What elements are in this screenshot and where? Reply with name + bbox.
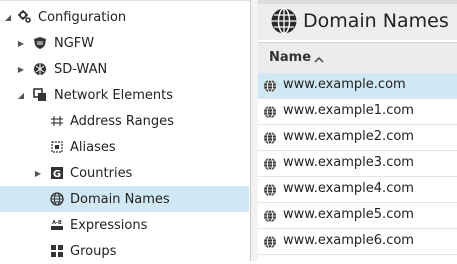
tree-item-label: Countries (70, 165, 133, 181)
domain-name-cell: www.example6.com (283, 233, 414, 248)
tree-item-countries[interactable]: ▶ G Countries (0, 160, 249, 186)
column-header-label: Name (269, 50, 312, 65)
tree-top-divider (0, 0, 250, 1)
tree-item-domain-names[interactable]: Domain Names (0, 186, 249, 212)
tree-item-label: Configuration (38, 9, 127, 25)
network-globe-icon (33, 62, 47, 76)
table-row[interactable]: www.example2.com (258, 125, 457, 151)
table-row[interactable]: www.example5.com (258, 203, 457, 229)
panel-header: Domain Names (258, 4, 457, 40)
table-row[interactable]: www.example6.com (258, 229, 457, 255)
tree-item-label: Aliases (70, 139, 116, 155)
expression-ab-icon: A-B (50, 218, 64, 232)
sort-ascending-icon[interactable] (313, 51, 325, 63)
tree-item-label: Network Elements (54, 87, 174, 103)
globe-icon (263, 104, 277, 119)
page-title: Domain Names (303, 10, 449, 32)
expanded-arrow-icon[interactable]: ◢ (4, 12, 12, 22)
tree-item-groups[interactable]: Groups (0, 238, 249, 264)
tree-item-address-ranges[interactable]: Address Ranges (0, 108, 249, 134)
globe-icon (263, 156, 277, 171)
stacked-squares-icon (33, 88, 47, 102)
table-row[interactable]: www.example1.com (258, 99, 457, 125)
expanded-arrow-icon[interactable]: ◢ (17, 90, 25, 100)
tree-item-label: Domain Names (70, 191, 170, 207)
globe-icon (263, 234, 277, 249)
domain-name-cell: www.example.com (283, 77, 406, 92)
tree-item-sd-wan[interactable]: ▶ SD-WAN (0, 56, 249, 82)
tree-item-label: NGFW (54, 35, 95, 51)
table-row[interactable]: www.example4.com (258, 177, 457, 203)
globe-icon (270, 7, 298, 35)
country-g-icon: G (50, 166, 64, 180)
navigation-tree: ◢ Configuration ▶ NGFW ▶ SD-WAN ◢ Networ… (0, 0, 251, 261)
collapsed-arrow-icon[interactable]: ▶ (17, 64, 25, 74)
grid-icon (50, 244, 64, 258)
shield-icon (33, 36, 47, 50)
domain-name-cell: www.example3.com (283, 155, 414, 170)
tree-item-configuration[interactable]: ◢ Configuration (0, 4, 249, 30)
domain-name-cell: www.example1.com (283, 103, 414, 118)
splitter[interactable] (251, 0, 258, 261)
collapsed-arrow-icon[interactable]: ▶ (34, 168, 42, 178)
tree-item-aliases[interactable]: Aliases (0, 134, 249, 160)
globe-icon (263, 208, 277, 223)
globe-icon (263, 78, 277, 93)
globe-icon (263, 130, 277, 145)
tree-item-network-elements[interactable]: ◢ Network Elements (0, 82, 249, 108)
globe-icon (50, 192, 64, 206)
svg-text:G: G (53, 169, 61, 180)
column-header-name[interactable]: Name (258, 42, 457, 74)
globe-icon (263, 182, 277, 197)
table-row[interactable]: www.example.com (258, 73, 457, 99)
domain-name-cell: www.example4.com (283, 181, 414, 196)
gears-icon (18, 10, 32, 24)
tree-item-label: SD-WAN (54, 61, 108, 77)
hash-range-icon (50, 114, 64, 128)
tree-item-label: Address Ranges (70, 113, 174, 129)
domain-name-cell: www.example5.com (283, 207, 414, 222)
table-row[interactable]: www.example3.com (258, 151, 457, 177)
content-panel: Domain Names Name www.example.com www.ex… (258, 0, 457, 261)
tree-item-expressions[interactable]: A-B Expressions (0, 212, 249, 238)
domain-name-cell: www.example2.com (283, 129, 414, 144)
tree-item-label: Groups (70, 243, 117, 259)
svg-text:A-B: A-B (52, 220, 62, 226)
tree-item-ngfw[interactable]: ▶ NGFW (0, 30, 249, 56)
collapsed-arrow-icon[interactable]: ▶ (17, 38, 25, 48)
tree-item-label: Expressions (70, 217, 148, 233)
alias-box-icon (50, 140, 64, 154)
